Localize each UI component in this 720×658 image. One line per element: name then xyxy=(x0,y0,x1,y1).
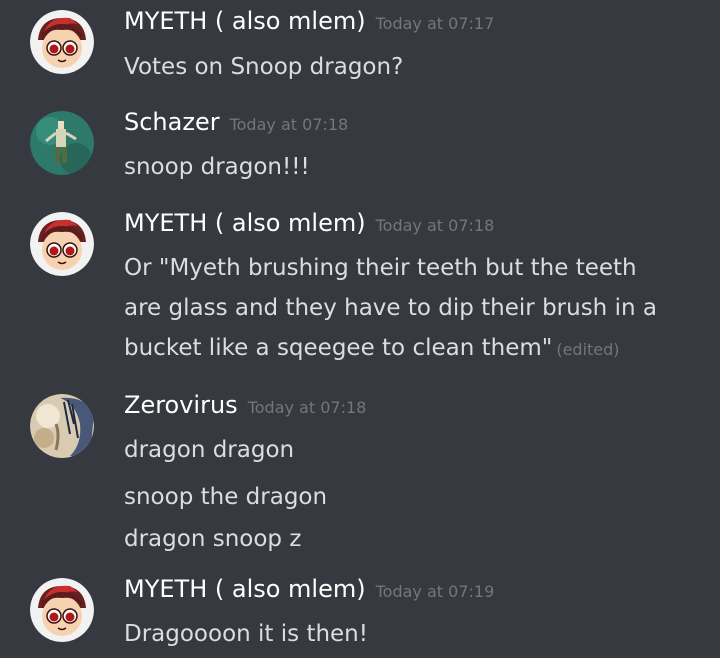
timestamp: Today at 07:17 xyxy=(375,14,495,33)
edited-label: (edited) xyxy=(556,340,620,359)
timestamp: Today at 07:18 xyxy=(229,115,349,134)
myeth-avatar-icon xyxy=(30,578,94,642)
timestamp: Today at 07:18 xyxy=(375,216,495,235)
username[interactable]: MYETH ( also mlem) xyxy=(124,209,366,237)
avatar[interactable] xyxy=(30,10,94,74)
username[interactable]: Zerovirus xyxy=(124,391,238,419)
message-text: dragon dragon xyxy=(124,437,295,463)
message-text: Or "Myeth brushing their teeth but the t… xyxy=(124,255,637,281)
message-text: Dragoooon it is then! xyxy=(124,621,368,647)
message-text: bucket like a sqeegee to clean them" xyxy=(124,335,553,361)
message-text-line: bucket like a sqeegee to clean them" (edi… xyxy=(124,328,660,370)
message-text: dragon snoop z xyxy=(124,526,302,552)
myeth-avatar-icon xyxy=(30,212,94,276)
timestamp: Today at 07:19 xyxy=(375,582,495,601)
timestamp: Today at 07:18 xyxy=(247,398,367,417)
avatar[interactable] xyxy=(30,111,94,175)
avatar[interactable] xyxy=(30,578,94,642)
zerovirus-avatar-icon xyxy=(30,394,94,458)
message-text: are glass and they have to dip their bru… xyxy=(124,295,657,321)
message-text: snoop the dragon xyxy=(124,484,328,510)
avatar[interactable] xyxy=(30,394,94,458)
username[interactable]: MYETH ( also mlem) xyxy=(124,7,366,35)
message-text: Votes on Snoop dragon? xyxy=(124,54,404,80)
username[interactable]: Schazer xyxy=(124,108,220,136)
schazer-avatar-icon xyxy=(30,111,94,175)
avatar[interactable] xyxy=(30,212,94,276)
username[interactable]: MYETH ( also mlem) xyxy=(124,575,366,603)
message-text: snoop dragon!!! xyxy=(124,154,310,180)
chat-messages: MYETH ( also mlem) Today at 07:17 Votes o… xyxy=(0,0,720,658)
myeth-avatar-icon xyxy=(30,10,94,74)
